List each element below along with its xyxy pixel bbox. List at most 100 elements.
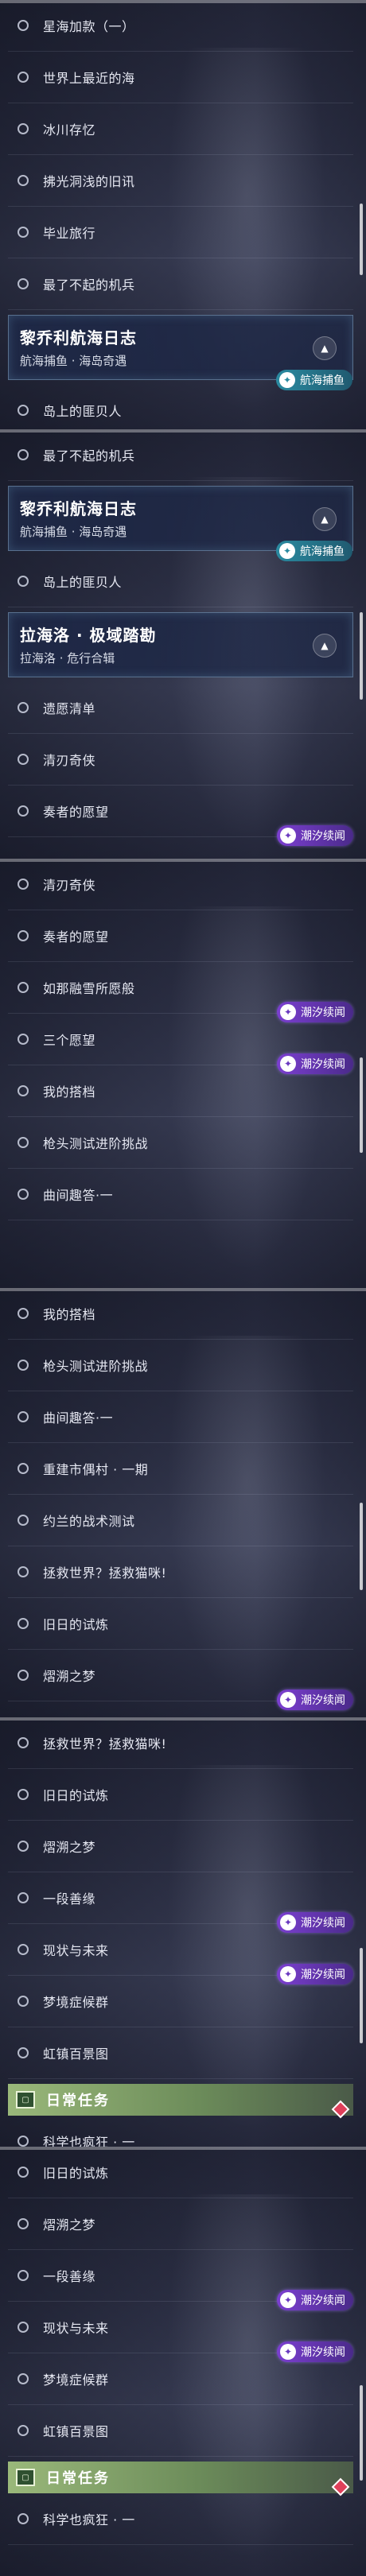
quest-item-label: 枪头测试进阶挑战 — [43, 1136, 149, 1151]
radio-circle-icon — [18, 2218, 29, 2229]
quest-item-label: 梦境症候群 — [43, 2372, 109, 2388]
event-tag-badge: ✦ 潮汐续闻 — [277, 1912, 353, 1933]
event-tag-icon: ✦ — [280, 1056, 296, 1072]
quest-item-label: 熠溯之梦 — [43, 1669, 96, 1684]
event-tag-badge: ✦ 潮汐续闻 — [277, 1053, 353, 1074]
quest-item-label: 三个愿望 — [43, 1033, 96, 1048]
quest-item[interactable]: 科学也疯狂 · 一 — [8, 2116, 353, 2147]
quest-list-screen: 旧日的试炼 熠溯之梦 一段善缘 ✦ 潮汐续闻 现状与未来 ✦ 潮汐续闻 梦境症候群 虹镇百景图 ▢ 日… — [0, 2147, 366, 2576]
quest-item[interactable]: 毕业旅行 — [8, 207, 353, 258]
quest-item[interactable]: 岛上的匪贝人 — [8, 556, 353, 607]
quest-item[interactable]: 虹镇百景图 — [8, 2405, 353, 2457]
quest-group-title: 黎乔利航海日志 — [20, 499, 137, 518]
quest-item-label: 旧日的试炼 — [43, 1617, 109, 1632]
quest-item[interactable]: 遗愿清单 — [8, 682, 353, 734]
quest-item[interactable]: 我的搭档 — [8, 1288, 353, 1340]
top-divider — [0, 1717, 366, 1721]
top-divider — [0, 859, 366, 862]
quest-item-label: 旧日的试炼 — [43, 1788, 109, 1803]
event-tag-label: 潮汐续闻 — [301, 1969, 345, 1981]
quest-list-screen: 我的搭档 枪头测试进阶挑战 曲间趣答·一 重建市偶村 · 一期约兰的战术测试拯救世界？… — [0, 1288, 366, 1717]
quest-item[interactable]: 如那融雪所愿般 ✦ 潮汐续闻 — [8, 962, 353, 1022]
quest-item[interactable]: 曲间趣答·一 — [8, 1169, 353, 1220]
quest-item-label: 岛上的匪贝人 — [43, 404, 123, 419]
quest-item[interactable]: 旧日的试炼 — [8, 1769, 353, 1821]
radio-circle-icon — [18, 1085, 29, 1096]
quest-group-subtitle: 航海捕鱼 · 海岛奇遇 — [20, 525, 127, 539]
quest-item[interactable]: 岛上的匪贝人 — [8, 385, 353, 429]
quest-item[interactable]: 熠溯之梦 — [8, 1821, 353, 1872]
quest-group-subtitle: 拉海洛 · 危行合辑 — [20, 651, 115, 665]
event-tag-icon: ✦ — [280, 1692, 296, 1708]
quest-item[interactable]: 拯救世界？拯救猫咪! — [8, 1546, 353, 1598]
quest-item[interactable]: 清刃奇侠 — [8, 734, 353, 786]
quest-item-label: 约兰的战术测试 — [43, 1514, 135, 1529]
daily-tasks-section-header[interactable]: ▢ 日常任务 — [8, 2084, 353, 2119]
quest-item[interactable]: 曲间趣答·一 — [8, 1391, 353, 1443]
quest-item[interactable]: 旧日的试炼 — [8, 2147, 353, 2198]
quest-group-header[interactable]: 拉海洛 · 极域踏勘 拉海洛 · 危行合辑 ▲ — [8, 612, 353, 677]
radio-circle-icon — [18, 1944, 29, 1955]
collapse-toggle-icon[interactable]: ▲ — [313, 336, 337, 360]
quest-item[interactable]: 清刃奇侠 — [8, 859, 353, 910]
quest-item-label: 拂光洞浅的旧讯 — [43, 174, 135, 189]
quest-item[interactable]: 科学也疯狂 · 一 — [8, 2493, 353, 2545]
event-tag-icon: ✦ — [280, 828, 296, 844]
radio-circle-icon — [18, 449, 29, 460]
quest-item[interactable]: 冰川存忆 — [8, 103, 353, 155]
quest-item[interactable]: 奏者的愿望 ✦ 潮汐续闻 — [8, 786, 353, 846]
event-tag-icon: ✦ — [280, 1004, 296, 1020]
quest-item[interactable]: 一段善缘 ✦ 潮汐续闻 — [8, 1872, 353, 1933]
quest-item[interactable]: 旧日的试炼 — [8, 1598, 353, 1650]
event-tag-badge: ✦ 潮汐续闻 — [277, 825, 353, 846]
quest-item[interactable]: 最了不起的机兵 — [8, 258, 353, 310]
quest-item-label: 熠溯之梦 — [43, 2217, 96, 2233]
book-icon: ▢ — [16, 2469, 35, 2486]
radio-circle-icon — [18, 879, 29, 890]
event-tag-label: 潮汐续闻 — [301, 2346, 345, 2359]
event-tag-badge: ✦ 航海捕鱼 — [276, 541, 352, 561]
radio-circle-icon — [18, 1034, 29, 1045]
quest-item[interactable]: 重建市偶村 · 一期 — [8, 1443, 353, 1495]
quest-item[interactable]: 奏者的愿望 — [8, 910, 353, 962]
event-tag-badge: ✦ 潮汐续闻 — [277, 1002, 353, 1022]
quest-item[interactable]: 星海加款（一） — [8, 0, 353, 52]
event-tag-badge: ✦ 航海捕鱼 — [276, 370, 352, 390]
list-scrollbar[interactable] — [360, 612, 363, 700]
top-divider — [0, 1288, 366, 1291]
quest-item[interactable]: 约兰的战术测试 — [8, 1495, 353, 1546]
quest-item[interactable]: 熠溯之梦 ✦ 潮汐续闻 — [8, 1650, 353, 1710]
radio-circle-icon — [18, 1411, 29, 1422]
quest-group-header[interactable]: 黎乔利航海日志航海捕鱼 · 海岛奇遇 ▲ ✦ 航海捕鱼 — [8, 486, 353, 561]
quest-item[interactable]: 虹镇百景图 — [8, 2027, 353, 2079]
quest-item[interactable]: 拯救世界？拯救猫咪! — [8, 1717, 353, 1769]
quest-item[interactable]: 枪头测试进阶挑战 — [8, 1117, 353, 1169]
quest-item[interactable]: 拂光洞浅的旧讯 — [8, 155, 353, 207]
list-scrollbar[interactable] — [360, 1057, 363, 1153]
quest-item-label: 清刃奇侠 — [43, 753, 96, 768]
quest-item-label: 清刃奇侠 — [43, 878, 96, 893]
quest-item-label: 奏者的愿望 — [43, 929, 109, 945]
event-tag-label: 潮汐续闻 — [301, 1917, 345, 1930]
event-tag-label: 潮汐续闻 — [301, 2295, 345, 2307]
quest-item-label: 毕业旅行 — [43, 226, 96, 241]
radio-circle-icon — [18, 2373, 29, 2384]
quest-item[interactable]: 熠溯之梦 — [8, 2198, 353, 2250]
quest-item[interactable]: 枪头测试进阶挑战 — [8, 1340, 353, 1391]
radio-circle-icon — [18, 754, 29, 765]
list-scrollbar[interactable] — [360, 1948, 363, 2043]
quest-group-header[interactable]: 黎乔利航海日志 航海捕鱼 · 海岛奇遇 ▲ ✦ 航海捕鱼 — [8, 315, 353, 390]
list-scrollbar[interactable] — [360, 204, 363, 275]
quest-item[interactable]: 最了不起的机兵 — [8, 429, 353, 481]
collapse-toggle-icon[interactable]: ▲ — [313, 507, 337, 531]
quest-item-label: 现状与未来 — [43, 1943, 109, 1958]
radio-circle-icon — [18, 982, 29, 993]
collapse-toggle-icon[interactable]: ▲ — [313, 634, 337, 658]
daily-tasks-section-header[interactable]: ▢ 日常任务 — [8, 2462, 353, 2496]
quest-item[interactable]: 一段善缘 ✦ 潮汐续闻 — [8, 2250, 353, 2310]
quest-item[interactable]: 世界上最近的海 — [8, 52, 353, 103]
list-scrollbar[interactable] — [360, 1503, 363, 1590]
quest-group-title: 黎乔利航海日志 — [20, 328, 137, 347]
list-scrollbar[interactable] — [360, 2385, 363, 2481]
book-icon: ▢ — [16, 2091, 35, 2109]
